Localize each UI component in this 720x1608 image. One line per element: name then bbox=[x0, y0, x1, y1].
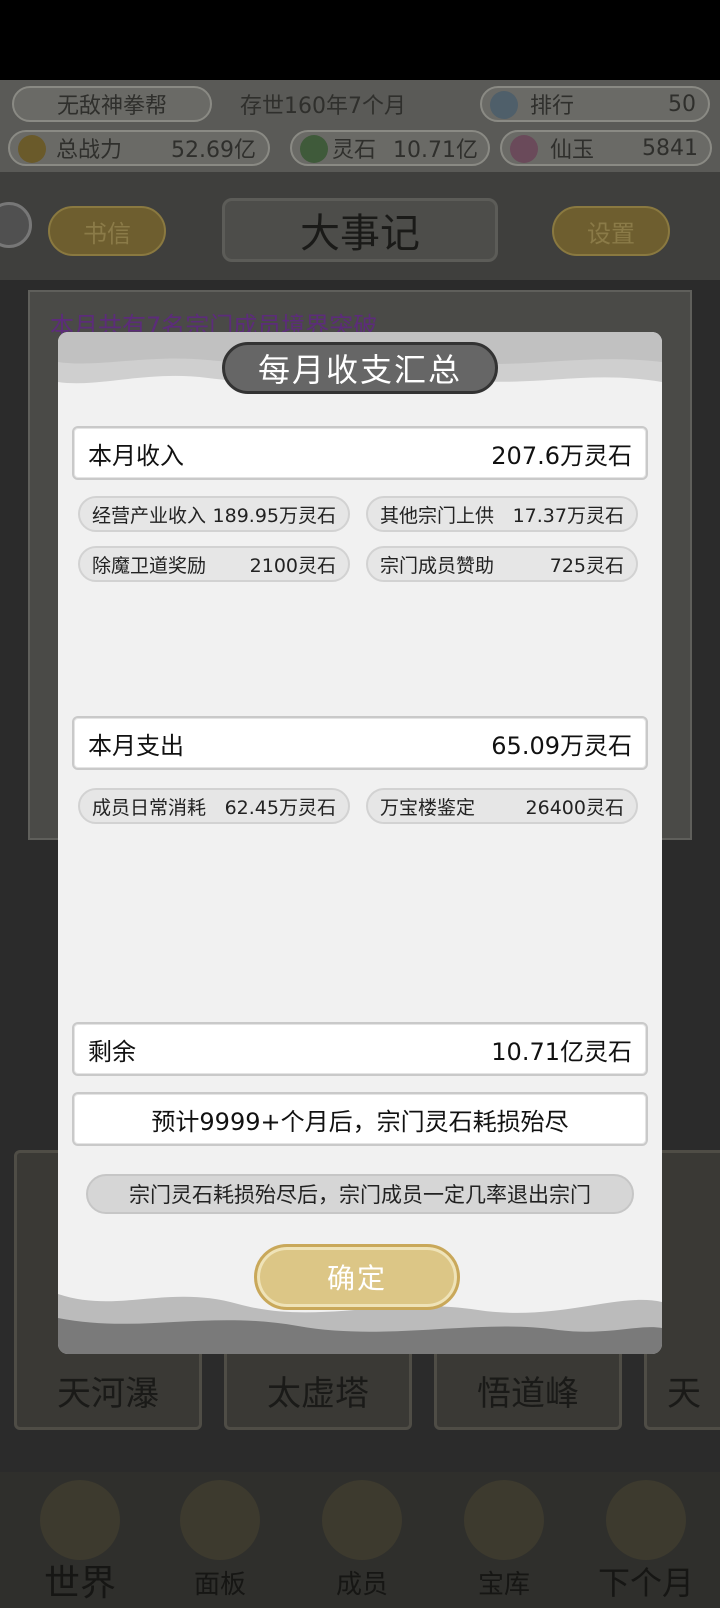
stone-value: 10.71亿 bbox=[393, 138, 478, 163]
income-item: 宗门成员赞助 725灵石 bbox=[366, 546, 638, 582]
next-month-icon bbox=[606, 1480, 686, 1560]
scene-label: 太虚塔 bbox=[267, 1374, 369, 1414]
scene-label: 悟道峰 bbox=[477, 1374, 579, 1414]
power-icon bbox=[18, 135, 46, 163]
rank-label: 排行 bbox=[530, 94, 575, 119]
monthly-summary-dialog: 每月收支汇总 本月收入 207.6万灵石 经营产业收入 189.95万灵石 其他… bbox=[58, 332, 662, 1354]
nav-panel-label: 面板 bbox=[193, 1570, 246, 1600]
bottom-nav: 世界 面板 成员 宝库 下个月 bbox=[0, 1472, 720, 1608]
forecast-row: 预计9999+个月后，宗门灵石耗损殆尽 bbox=[72, 1092, 648, 1146]
income-item-label: 其他宗门上供 bbox=[380, 504, 495, 527]
stone-label: 灵石 bbox=[332, 138, 377, 163]
jade-label: 仙玉 bbox=[550, 138, 595, 163]
expense-item-label: 成员日常消耗 bbox=[92, 796, 207, 819]
income-item: 其他宗门上供 17.37万灵石 bbox=[366, 496, 638, 532]
treasury-icon bbox=[464, 1480, 544, 1560]
world-icon bbox=[40, 1480, 120, 1560]
nav-world-label: 世界 bbox=[43, 1563, 116, 1604]
expense-item: 成员日常消耗 62.45万灵石 bbox=[78, 788, 350, 824]
dialog-title: 每月收支汇总 bbox=[222, 342, 498, 394]
income-item: 经营产业收入 189.95万灵石 bbox=[78, 496, 350, 532]
confirm-button[interactable]: 确定 bbox=[254, 1244, 460, 1310]
sect-name: 无敌神拳帮 bbox=[12, 86, 212, 122]
forecast-text: 预计9999+个月后，宗门灵石耗损殆尽 bbox=[151, 1107, 569, 1136]
warning-notice: 宗门灵石耗损殆尽后，宗门成员一定几率退出宗门 bbox=[86, 1174, 634, 1214]
income-item-label: 经营产业收入 bbox=[92, 504, 207, 527]
power-pill: 总战力 52.69亿 bbox=[8, 130, 270, 166]
settings-button[interactable]: 设置 bbox=[552, 206, 670, 256]
jade-icon bbox=[510, 135, 538, 163]
power-label: 总战力 bbox=[56, 138, 123, 163]
jade-value: 5841 bbox=[642, 135, 698, 161]
remain-label: 剩余 bbox=[88, 1037, 136, 1066]
panel-icon bbox=[180, 1480, 260, 1560]
nav-panel[interactable]: 面板 bbox=[150, 1472, 290, 1608]
rank-pill[interactable]: 排行 50 bbox=[480, 86, 710, 122]
income-item-value: 2100灵石 bbox=[249, 554, 336, 577]
expense-item-value: 26400灵石 bbox=[525, 796, 624, 819]
letters-button[interactable]: 书信 bbox=[48, 206, 166, 256]
nav-world[interactable]: 世界 bbox=[10, 1472, 150, 1608]
income-item-label: 除魔卫道奖励 bbox=[92, 554, 207, 577]
nav-treasury[interactable]: 宝库 bbox=[434, 1472, 574, 1608]
nav-next-month[interactable]: 下个月 bbox=[576, 1472, 716, 1608]
income-label: 本月收入 bbox=[88, 441, 184, 470]
expense-value: 65.09万灵石 bbox=[491, 731, 632, 760]
power-value: 52.69亿 bbox=[171, 138, 256, 163]
scene-label: 天 bbox=[667, 1374, 701, 1414]
income-item: 除魔卫道奖励 2100灵石 bbox=[78, 546, 350, 582]
expense-item-value: 62.45万灵石 bbox=[224, 796, 336, 819]
nav-members-label: 成员 bbox=[335, 1570, 388, 1600]
income-item-value: 189.95万灵石 bbox=[212, 504, 336, 527]
remain-value: 10.71亿灵石 bbox=[491, 1037, 632, 1066]
expense-label: 本月支出 bbox=[88, 731, 184, 760]
expense-item-label: 万宝楼鉴定 bbox=[380, 796, 476, 819]
income-item-value: 725灵石 bbox=[549, 554, 624, 577]
scene-label: 天河瀑 bbox=[57, 1374, 159, 1414]
remaining-row: 剩余 10.71亿灵石 bbox=[72, 1022, 648, 1076]
stone-pill: 灵石 10.71亿 bbox=[290, 130, 490, 166]
nav-members[interactable]: 成员 bbox=[292, 1472, 432, 1608]
chronicle-menubar: 书信 大事记 设置 bbox=[0, 172, 720, 280]
sect-age: 存世160年7个月 bbox=[240, 94, 406, 119]
nav-treasury-label: 宝库 bbox=[477, 1570, 530, 1600]
income-item-value: 17.37万灵石 bbox=[512, 504, 624, 527]
spirit-stone-icon bbox=[300, 135, 328, 163]
expense-item: 万宝楼鉴定 26400灵石 bbox=[366, 788, 638, 824]
jade-pill: 仙玉 5841 bbox=[500, 130, 712, 166]
income-item-label: 宗门成员赞助 bbox=[380, 554, 495, 577]
income-total-row: 本月收入 207.6万灵石 bbox=[72, 426, 648, 480]
chronicle-title: 大事记 bbox=[222, 198, 498, 262]
expense-total-row: 本月支出 65.09万灵石 bbox=[72, 716, 648, 770]
status-bar bbox=[0, 0, 720, 80]
chat-icon[interactable] bbox=[0, 202, 32, 248]
nav-next-label: 下个月 bbox=[597, 1564, 694, 1602]
rank-value: 50 bbox=[668, 91, 696, 117]
income-value: 207.6万灵石 bbox=[491, 441, 632, 470]
rank-icon bbox=[490, 91, 518, 119]
sect-info-bar: 无敌神拳帮 存世160年7个月 排行 50 总战力 52.69亿 灵石 10.7… bbox=[0, 80, 720, 172]
members-icon bbox=[322, 1480, 402, 1560]
